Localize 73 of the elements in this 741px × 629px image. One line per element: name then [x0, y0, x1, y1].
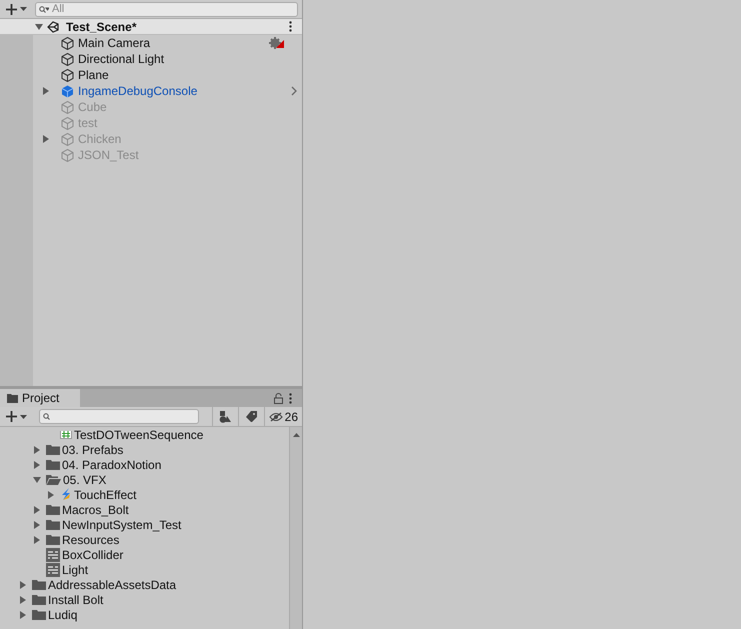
collapsed-arrow-icon[interactable]	[19, 596, 27, 604]
eye-slash-icon	[268, 412, 283, 422]
hierarchy-item[interactable]: Plane	[78, 67, 109, 83]
expanded-arrow-icon[interactable]	[33, 476, 41, 484]
collapsed-arrow-icon[interactable]	[19, 610, 27, 618]
search-icon	[43, 412, 51, 420]
plus-icon	[6, 411, 17, 422]
folder-icon	[46, 444, 60, 455]
project-tab[interactable]: Project	[0, 389, 80, 407]
collapsed-arrow-icon[interactable]	[47, 490, 55, 498]
folder-icon	[32, 594, 46, 605]
project-item[interactable]: Resources	[62, 532, 120, 548]
scene-title: Test_Scene*	[66, 18, 136, 36]
project-item[interactable]: 03. Prefabs	[62, 442, 124, 458]
collapsed-arrow-icon[interactable]	[42, 135, 50, 143]
caret-icon	[20, 414, 27, 418]
folder-icon	[46, 534, 60, 545]
project-item[interactable]: Install Bolt	[48, 592, 104, 608]
collapsed-arrow-icon[interactable]	[33, 506, 41, 514]
project-item[interactable]: Light	[62, 562, 88, 578]
project-item[interactable]: TouchEffect	[74, 486, 136, 502]
search-icon	[39, 6, 49, 14]
cube-icon	[61, 52, 74, 66]
unity-logo-icon	[47, 20, 59, 32]
collapsed-arrow-icon[interactable]	[42, 87, 50, 95]
cube-icon	[61, 36, 74, 50]
plus-icon	[6, 4, 17, 14]
project-item[interactable]: 04. ParadoxNotion	[62, 456, 162, 472]
caret-icon	[20, 7, 27, 11]
project-item[interactable]: 05. VFX	[63, 472, 106, 488]
collapsed-arrow-icon[interactable]	[19, 580, 27, 588]
scroll-up-icon[interactable]	[292, 433, 300, 437]
folder-icon	[32, 609, 46, 620]
cube-icon	[61, 132, 74, 146]
more-options-icon[interactable]	[289, 21, 292, 32]
lock-icon[interactable]	[274, 392, 283, 404]
hierarchy-item[interactable]: Directional Light	[78, 51, 164, 67]
hidden-packages-button[interactable]: 26	[264, 407, 302, 426]
folder-icon	[32, 579, 46, 590]
project-item[interactable]: Macros_Bolt	[62, 502, 129, 518]
folder-icon	[46, 519, 60, 530]
project-item[interactable]: TestDOTweenSequence	[74, 427, 204, 442]
cube-icon	[61, 100, 74, 114]
collapsed-arrow-icon[interactable]	[33, 520, 41, 528]
preset-icon	[46, 548, 60, 562]
tag-icon	[246, 411, 257, 422]
cube-icon	[61, 148, 74, 162]
cube-icon	[61, 68, 74, 82]
scrollbar[interactable]	[289, 427, 302, 629]
hierarchy-item[interactable]: Main Camera	[78, 35, 150, 51]
expanded-arrow-icon[interactable]	[35, 22, 43, 30]
search-field[interactable]	[39, 409, 199, 424]
hierarchy-item[interactable]: IngameDebugConsole	[78, 83, 198, 99]
preset-icon	[46, 562, 60, 576]
folder-icon	[46, 459, 60, 470]
project-item[interactable]: NewInputSystem_Test	[62, 516, 182, 532]
cube-icon	[61, 84, 74, 98]
collapsed-arrow-icon[interactable]	[33, 536, 41, 544]
cube-icon	[61, 116, 74, 130]
folder-icon	[7, 394, 18, 402]
collapsed-arrow-icon[interactable]	[33, 446, 41, 454]
more-options-icon[interactable]	[289, 392, 292, 404]
scene-header[interactable]: Test_Scene*	[0, 19, 302, 35]
folder-icon	[46, 504, 60, 515]
script-icon	[60, 430, 72, 438]
shapes-icon	[218, 410, 232, 422]
chevron-right-icon[interactable]	[291, 86, 297, 96]
project-item[interactable]: Ludiq	[48, 606, 78, 622]
project-item[interactable]: BoxCollider	[62, 546, 124, 562]
project-item[interactable]: AddressableAssetsData	[48, 576, 176, 592]
collapsed-arrow-icon[interactable]	[33, 460, 41, 468]
open-folder-icon	[46, 474, 61, 485]
search-field[interactable]: All	[35, 2, 298, 16]
